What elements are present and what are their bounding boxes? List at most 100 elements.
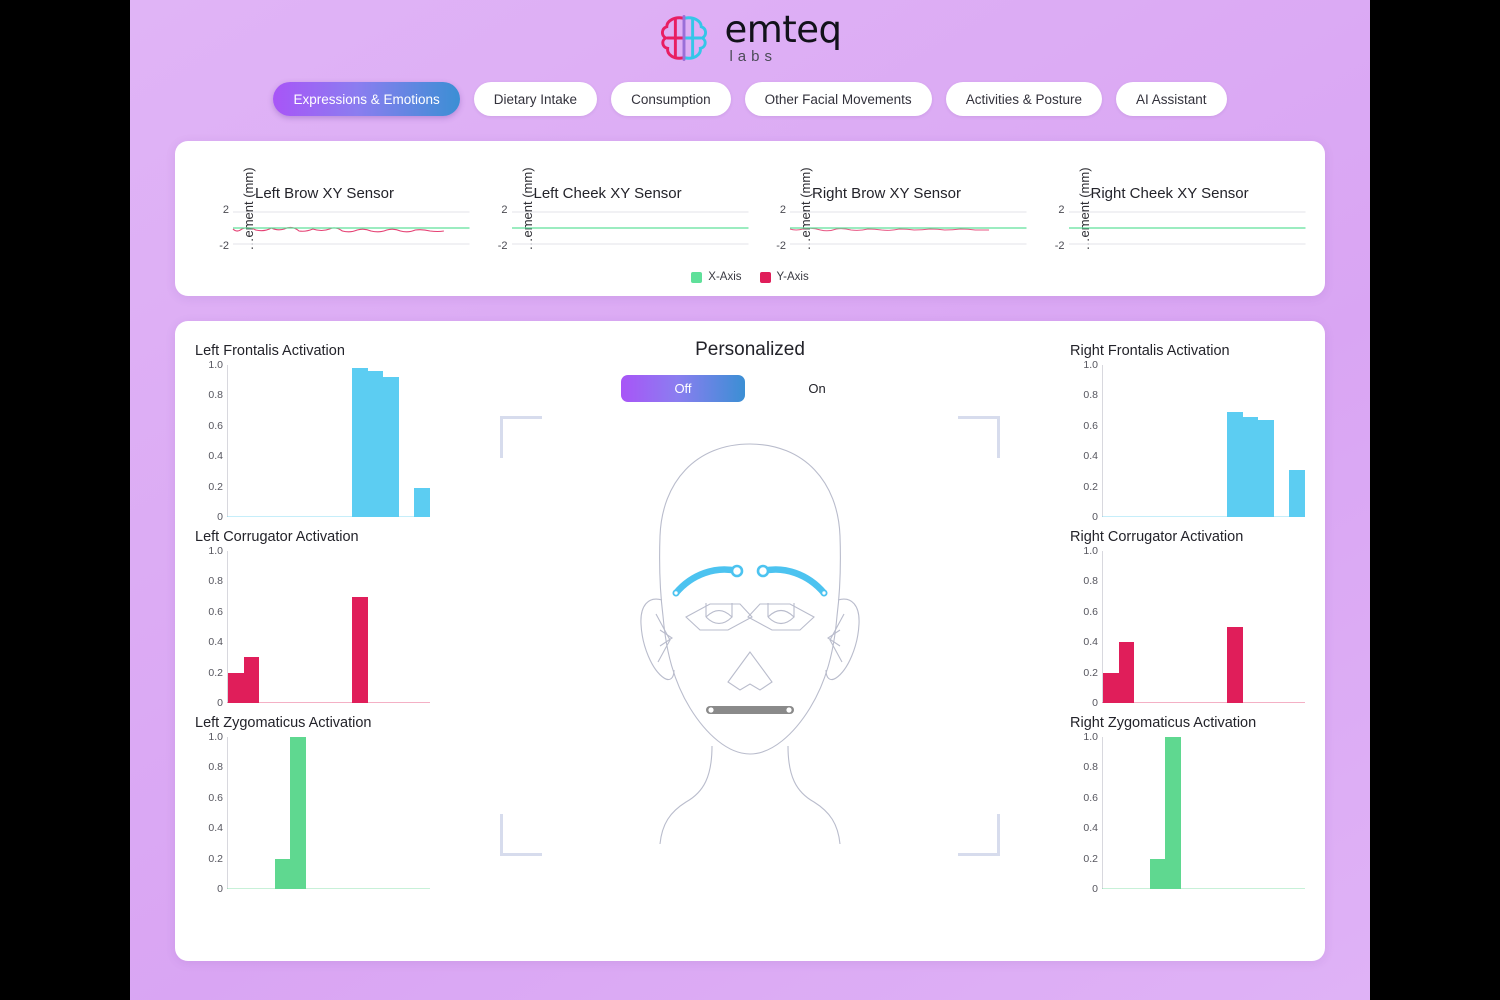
- corner-bracket-bottom-left: [500, 814, 542, 856]
- chart-y-tick: 1.0: [1083, 359, 1098, 371]
- chart-y-tick: 0.4: [1083, 450, 1098, 463]
- chart-bar: [228, 672, 244, 703]
- chart-y-tick: 0.6: [1083, 605, 1098, 618]
- chart-y-tick: 0.6: [208, 419, 223, 432]
- chart-right-zygomaticus[interactable]: Right Zygomaticus Activation 1.0 0.8 0.6 0.…: [1070, 715, 1305, 895]
- mouth-sensor-bar: [706, 706, 794, 714]
- chart-plot: 1.0 0.8 0.6 0.4 0.2 0: [1070, 545, 1305, 709]
- chart-left-frontalis[interactable]: Left Frontalis Activation 1.0 0.8 0.6 0.4 0.…: [195, 343, 430, 523]
- tab-ai-assistant[interactable]: AI Assistant: [1115, 82, 1227, 116]
- chart-bars: [228, 737, 430, 889]
- chart-y-tick: 0.6: [208, 605, 223, 618]
- face-center-column: Personalized Off On: [470, 339, 1030, 856]
- chart-bar: [1103, 672, 1119, 703]
- sensor-title: Left Brow XY Sensor: [255, 185, 394, 202]
- chart-y-tick: 0.8: [208, 575, 223, 588]
- personalized-title: Personalized: [695, 339, 805, 360]
- tab-expressions-emotions[interactable]: Expressions & Emotions: [273, 82, 460, 116]
- chart-y-tick: 0.4: [1083, 822, 1098, 835]
- sensor-tick-top: 2: [222, 204, 229, 216]
- chart-y-tick: 0.2: [208, 480, 223, 493]
- chart-plot: 1.0 0.8 0.6 0.4 0.2 0: [1070, 359, 1305, 523]
- chart-bars: [228, 365, 430, 517]
- chart-y-tick: 0: [1092, 511, 1098, 523]
- chart-plot: 1.0 0.8 0.6 0.4 0.2 0: [195, 359, 430, 523]
- app-window: emteq labs Expressions & Emotions Dietar…: [130, 0, 1370, 1000]
- chart-y-tick: 0.8: [1083, 575, 1098, 588]
- chart-title: Left Corrugator Activation: [195, 529, 359, 545]
- chart-y-tick: 0.2: [208, 852, 223, 865]
- chart-plot: 1.0 0.8 0.6 0.4 0.2 0: [1070, 731, 1305, 895]
- chart-bar: [352, 596, 368, 703]
- sensor-plot-area: 2 -2: [498, 204, 748, 252]
- chart-title: Left Frontalis Activation: [195, 343, 345, 359]
- legend-label-y-axis: Y-Axis: [776, 271, 809, 283]
- legend-item-y-axis: Y-Axis: [759, 271, 809, 283]
- chart-y-tick: 0.4: [1083, 636, 1098, 649]
- chart-bar: [367, 371, 384, 517]
- chart-bar: [290, 737, 306, 889]
- chart-y-tick: 0.8: [1083, 761, 1098, 774]
- chart-left-corrugator[interactable]: Left Corrugator Activation 1.0 0.8 0.6 0.4 0…: [195, 529, 430, 709]
- sensor-chart-left-brow[interactable]: …ement (mm) Left Brow XY Sensor 2 -2: [193, 161, 472, 256]
- sensor-chart-right-brow[interactable]: …ement (mm) Right Brow XY Sensor 2 -2: [750, 161, 1029, 256]
- sensor-trace: [1068, 211, 1305, 245]
- chart-bar: [1118, 642, 1135, 703]
- tab-consumption[interactable]: Consumption: [611, 82, 731, 116]
- chart-bars: [1103, 551, 1305, 703]
- chart-y-tick: 0: [217, 883, 223, 895]
- chart-bar: [1289, 469, 1305, 517]
- sensor-chart-row: …ement (mm) Left Brow XY Sensor 2 -2 …em…: [175, 149, 1325, 256]
- chart-y-tick: 0.8: [1083, 389, 1098, 402]
- chart-bar: [1258, 419, 1274, 517]
- chart-y-tick: 1.0: [208, 545, 223, 557]
- sensor-chart-left-cheek[interactable]: …ement (mm) Left Cheek XY Sensor 2 -2: [472, 161, 751, 256]
- chart-right-frontalis[interactable]: Right Frontalis Activation 1.0 0.8 0.6 0.4 0…: [1070, 343, 1305, 523]
- face-outline-icon: [640, 443, 860, 844]
- chart-bar: [1149, 858, 1166, 889]
- chart-y-tick: 0: [1092, 883, 1098, 895]
- chart-bar: [352, 368, 368, 517]
- brand-name: emteq: [724, 8, 842, 51]
- sensor-tick-top: 2: [501, 204, 508, 216]
- tab-activities-posture[interactable]: Activities & Posture: [945, 82, 1102, 116]
- sensor-trace: [789, 211, 1027, 245]
- chart-y-tick: 0.2: [1083, 852, 1098, 865]
- sensor-tick-top: 2: [779, 204, 786, 216]
- chart-title: Right Zygomaticus Activation: [1070, 715, 1257, 731]
- chart-y-tick: 0.6: [208, 791, 223, 804]
- brain-logo-icon: [661, 14, 708, 61]
- sensor-plot-area: 2 -2: [776, 204, 1027, 252]
- sensor-trace: [511, 211, 748, 245]
- sensor-chart-right-cheek[interactable]: …ement (mm) Right Cheek XY Sensor 2 -2: [1029, 161, 1308, 256]
- chart-title: Right Frontalis Activation: [1070, 343, 1230, 359]
- tab-dietary-intake[interactable]: Dietary Intake: [473, 82, 598, 116]
- personalized-off-button[interactable]: Off: [621, 375, 745, 402]
- left-activation-column: Left Frontalis Activation 1.0 0.8 0.6 0.4 0.…: [195, 343, 430, 901]
- sensor-title: Right Cheek XY Sensor: [1090, 185, 1249, 202]
- chart-plot: 1.0 0.8 0.6 0.4 0.2 0: [195, 545, 430, 709]
- chart-left-zygomaticus[interactable]: Left Zygomaticus Activation 1.0 0.8 0.6 0.4…: [195, 715, 430, 895]
- corner-bracket-top-left: [500, 416, 542, 458]
- sensor-plot-area: 2 -2: [219, 204, 470, 252]
- chart-bar: [274, 858, 291, 889]
- chart-y-tick: 1.0: [1083, 545, 1098, 557]
- chart-y-tick: 0.4: [208, 636, 223, 649]
- activation-panel: Left Frontalis Activation 1.0 0.8 0.6 0.4 0.…: [175, 321, 1325, 961]
- legend-swatch-x-axis: [691, 271, 703, 283]
- legend-item-x-axis: X-Axis: [691, 271, 742, 283]
- sensor-tick-bottom: -2: [497, 240, 508, 252]
- personalized-toggle: Off On: [470, 375, 1030, 402]
- right-activation-column: Right Frontalis Activation 1.0 0.8 0.6 0.4 0…: [1070, 343, 1305, 901]
- sensor-panel: …ement (mm) Left Brow XY Sensor 2 -2 …em…: [175, 141, 1325, 296]
- chart-bar: [1227, 627, 1243, 703]
- face-diagram[interactable]: [490, 416, 1010, 856]
- brow-sensor-node-left: [730, 564, 744, 578]
- tab-other-facial-movements[interactable]: Other Facial Movements: [744, 82, 932, 116]
- personalized-on-button[interactable]: On: [755, 375, 879, 402]
- chart-y-tick: 1.0: [1083, 731, 1098, 743]
- chart-title: Left Zygomaticus Activation: [195, 715, 372, 731]
- chart-y-tick: 0.2: [1083, 666, 1098, 679]
- chart-y-tick: 0.6: [1083, 791, 1098, 804]
- chart-right-corrugator[interactable]: Right Corrugator Activation 1.0 0.8 0.6 0.4…: [1070, 529, 1305, 709]
